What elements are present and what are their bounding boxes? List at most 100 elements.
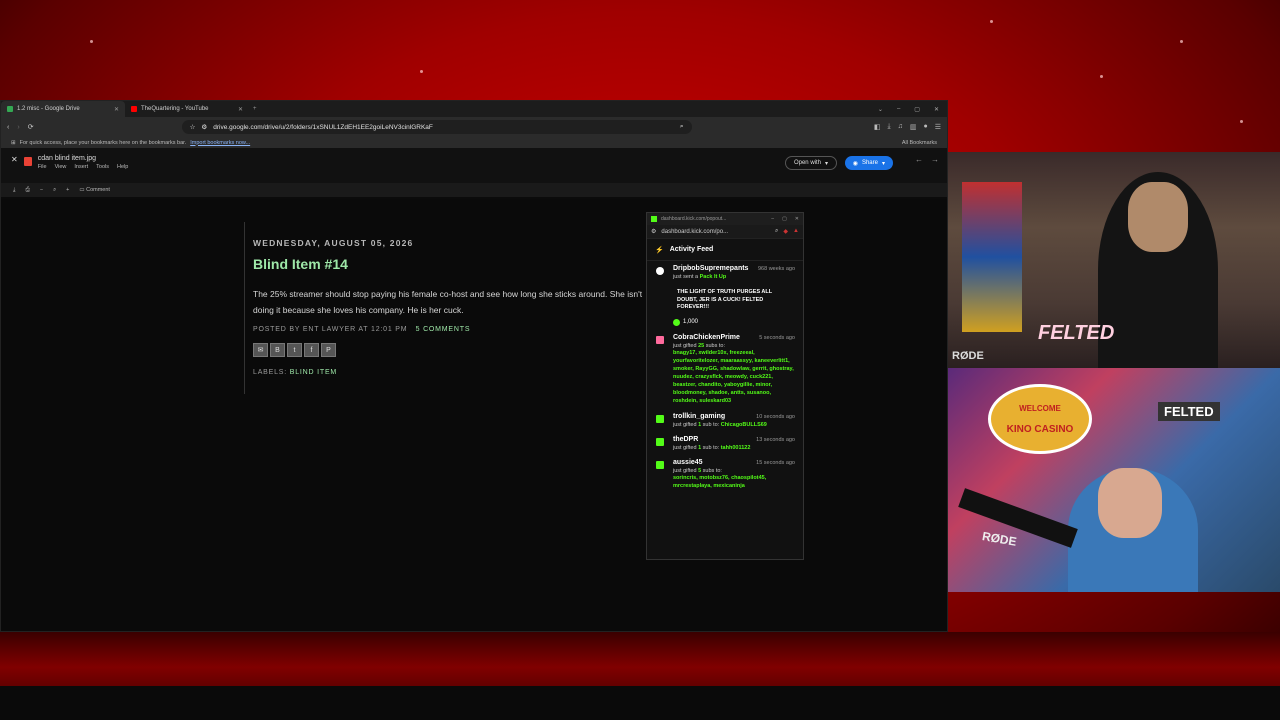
sidebar-icon[interactable]: ▥ — [910, 123, 917, 131]
gift-icon — [656, 414, 664, 423]
background-sparkle — [990, 20, 993, 23]
media-icon[interactable]: ♫ — [898, 123, 903, 131]
kick-logo-icon — [651, 216, 657, 222]
mic-brand: RØDE — [981, 529, 1018, 549]
minimize-icon[interactable]: – — [771, 216, 774, 222]
action-text: just gifted — [673, 421, 697, 428]
menu-tools[interactable]: Tools — [96, 164, 109, 170]
menu-insert[interactable]: Insert — [74, 164, 88, 170]
extension-icon[interactable]: ◧ — [874, 123, 881, 131]
feed-item: theDPR 13 seconds ago just gifted 1 sub … — [647, 432, 803, 455]
close-tab-icon[interactable]: ✕ — [114, 106, 119, 113]
action-text: sub to: — [702, 444, 720, 451]
kino-casino-text: KINO CASINO — [1006, 424, 1074, 435]
previous-file-icon[interactable]: ← — [915, 155, 923, 164]
action-text: just gifted — [673, 467, 697, 474]
zoom-out-icon[interactable]: − — [40, 187, 43, 193]
blog-icon: B — [270, 343, 285, 357]
pinterest-icon: P — [321, 343, 336, 357]
zoom-in-icon[interactable]: + — [66, 187, 69, 193]
drive-favicon-icon — [7, 106, 13, 112]
site-info-icon[interactable]: ⚙ — [201, 123, 207, 131]
action-highlight: Pack It Up — [699, 274, 727, 280]
all-bookmarks-button[interactable]: All Bookmarks — [902, 140, 937, 146]
zoom-icon[interactable]: ⌕ — [775, 228, 778, 235]
maximize-icon[interactable]: ▢ — [782, 216, 787, 222]
comment-button[interactable]: ▭ Comment — [79, 187, 110, 193]
bookmarks-bar: ⊞ For quick access, place your bookmarks… — [1, 137, 947, 149]
gift-recipients: ChicagoBULLS69 — [720, 421, 767, 428]
person-face — [1098, 468, 1162, 538]
profile-icon[interactable]: ● — [923, 123, 927, 131]
close-tab-icon[interactable]: ✕ — [238, 106, 243, 113]
feed-title: Activity Feed — [669, 246, 714, 253]
address-bar[interactable]: ☆ ⚙ drive.google.com/drive/u/2/folders/1… — [181, 120, 692, 134]
dropdown-icon[interactable]: ⌄ — [878, 106, 883, 113]
menu-icon[interactable]: ☰ — [935, 123, 941, 131]
bookmark-star-icon[interactable]: ☆ — [190, 123, 196, 131]
twitter-icon: t — [287, 343, 302, 357]
comment-label: Comment — [86, 187, 110, 193]
welcome-text: WELCOME — [1019, 404, 1061, 413]
menu-file[interactable]: File — [38, 164, 47, 170]
gift-recipients: sorincris, motobsz76, chaospilot45, mrcr… — [673, 474, 767, 489]
menu-view[interactable]: View — [55, 164, 67, 170]
print-icon[interactable]: ⎙ — [25, 187, 29, 194]
import-bookmarks-link[interactable]: Import bookmarks now... — [190, 140, 250, 146]
action-text: just sent a — [673, 274, 699, 280]
share-button[interactable]: ◉ Share ▾ — [844, 156, 893, 170]
apps-icon[interactable]: ⊞ — [11, 140, 16, 146]
tab-label: 1.2 misc - Google Drive — [17, 106, 80, 112]
back-icon[interactable]: ‹ — [7, 124, 9, 131]
facebook-icon: f — [304, 343, 319, 357]
close-window-icon[interactable]: ✕ — [795, 216, 799, 222]
drive-file-header: ✕ cdan blind item.jpg File View Insert T… — [1, 149, 947, 183]
download-icon[interactable]: ⤓ — [13, 187, 15, 194]
gift-icon — [656, 460, 664, 469]
reload-icon[interactable]: ⟳ — [28, 123, 34, 131]
close-window-icon[interactable]: ✕ — [934, 106, 939, 113]
search-icon[interactable]: ⌕ — [53, 187, 56, 194]
feed-item: aussie45 15 seconds ago just gifted 5 su… — [647, 455, 803, 494]
menu-help[interactable]: Help — [117, 164, 128, 170]
popup-titlebar: dashboard.kick.com/popout... – ▢ ✕ — [647, 213, 803, 225]
posted-by: POSTED BY ENT LAWYER AT 12:01 PM — [253, 326, 408, 333]
navigation-bar: ‹ › ⟳ ☆ ⚙ drive.google.com/drive/u/2/fol… — [1, 117, 947, 137]
label-blind-item: BLIND ITEM — [289, 369, 338, 376]
comments-link: 5 COMMENTS — [415, 326, 471, 333]
gift-recipients: tahh001122 — [720, 444, 751, 451]
extension-icon[interactable]: ◆ — [783, 228, 788, 235]
image-file-icon — [23, 157, 32, 166]
gift-count: 1 — [698, 444, 702, 451]
lightning-icon: ⚡ — [655, 246, 664, 254]
zoom-icon[interactable]: ⌕ — [680, 123, 684, 131]
maximize-icon[interactable]: ▢ — [914, 106, 920, 113]
youtube-favicon-icon — [131, 106, 137, 112]
felted-neon-sign: FELTED — [1038, 322, 1115, 344]
gift-recipients: bnagy17, xwilder10x, freezeeal, yourfavo… — [673, 349, 794, 404]
open-with-button[interactable]: Open with ▾ — [784, 156, 837, 170]
tab-bar: 1.2 misc - Google Drive ✕ TheQuartering … — [1, 101, 947, 117]
tab-youtube[interactable]: TheQuartering - YouTube ✕ — [125, 101, 249, 117]
feed-message: THE LIGHT OF TRUTH PURGES ALL DOUBT, JER… — [677, 289, 773, 310]
action-text: sub to: — [702, 421, 720, 428]
popup-window-title: dashboard.kick.com/popout... — [661, 216, 727, 222]
next-file-icon[interactable]: → — [931, 155, 939, 164]
new-tab-icon[interactable]: + — [249, 106, 257, 112]
action-text: just gifted — [673, 342, 697, 349]
amount-value: 1,000 — [683, 319, 699, 325]
feed-item: trollkin_gaming 10 seconds ago just gift… — [647, 409, 803, 432]
globe-icon: ◉ — [852, 160, 858, 167]
feed-item: CobraChickenPrime 5 seconds ago just gif… — [647, 330, 803, 409]
close-viewer-icon[interactable]: ✕ — [11, 155, 18, 164]
alert-icon[interactable]: ▲ — [793, 228, 799, 235]
forward-icon[interactable]: › — [17, 124, 19, 131]
coin-icon — [673, 318, 680, 326]
gift-icon — [656, 437, 664, 446]
minimize-icon[interactable]: – — [897, 106, 900, 113]
file-menu-bar: File View Insert Tools Help — [38, 164, 129, 170]
download-icon[interactable]: ⤓ — [888, 123, 891, 131]
post-body: The 25% streamer should stop paying his … — [253, 289, 643, 315]
gift-count: 5 — [698, 467, 702, 474]
tab-google-drive[interactable]: 1.2 misc - Google Drive ✕ — [1, 101, 125, 117]
